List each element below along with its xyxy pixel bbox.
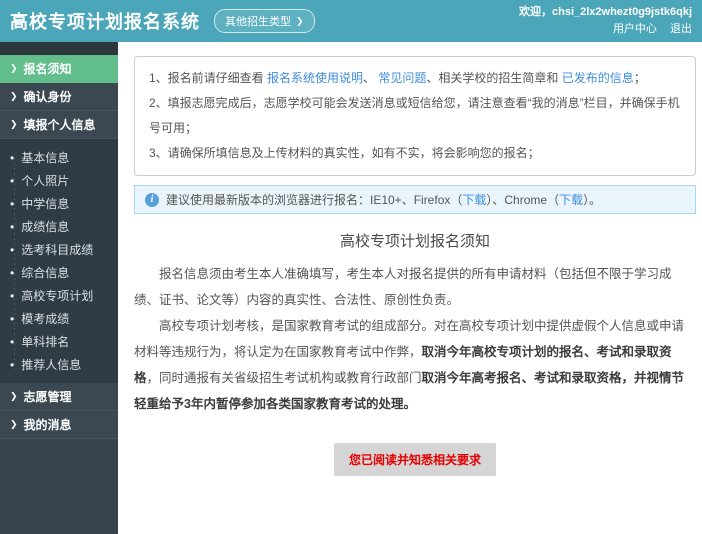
notice-paragraph-2: 高校专项计划考核，是国家教育考试的组成部分。对在高校专项计划中提供虚假个人信息或… <box>134 313 696 417</box>
sidebar-item-fill-personal-info[interactable]: ❯ 填报个人信息 <box>0 111 118 139</box>
paragraph-text: ，同时通报有关省级招生考试机构或教育行政部门 <box>146 371 422 385</box>
sidebar-item-label: 成绩信息 <box>21 220 70 234</box>
chevron-right-icon: ❯ <box>10 419 18 429</box>
bullet-icon: • <box>10 311 15 326</box>
bullet-icon: • <box>10 173 15 188</box>
bullet-icon: • <box>10 150 15 165</box>
sidebar-item-label: 选考科目成绩 <box>21 243 94 257</box>
chrome-download-link[interactable]: 下载 <box>559 193 583 207</box>
welcome-text: 欢迎，chsi_2lx2whezt0g9jstk6qkj <box>518 6 692 18</box>
chevron-right-icon: ❯ <box>10 391 18 401</box>
sidebar-item-elective-subject-scores[interactable]: • 选考科目成绩 <box>0 238 118 261</box>
sidebar-item-confirm-identity[interactable]: ❯ 确认身份 <box>0 83 118 111</box>
system-usage-instructions-link[interactable]: 报名系统使用说明 <box>267 71 363 85</box>
sidebar-item-label: 报名须知 <box>23 62 72 76</box>
sidebar-item-label: 模考成绩 <box>21 312 70 326</box>
sidebar-item-label: 基本信息 <box>21 151 70 165</box>
header-user-area: 欢迎，chsi_2lx2whezt0g9jstk6qkj 用户中心 退出 <box>519 4 692 38</box>
sidebar-item-comprehensive-info[interactable]: • 综合信息 <box>0 261 118 284</box>
faq-link[interactable]: 常见问题 <box>378 71 426 85</box>
browser-bar-text: 建议使用最新版本的浏览器进行报名：IE10+、Firefox（ <box>166 193 463 207</box>
sidebar-submenu: • 基本信息 • 个人照片 • 中学信息 • 成绩信息 • 选考科目成绩 • 综… <box>0 139 118 383</box>
sidebar-item-basic-info[interactable]: • 基本信息 <box>0 146 118 169</box>
acknowledge-button[interactable]: 您已阅读并知悉相关要求 <box>333 443 496 476</box>
sidebar-item-label: 我的消息 <box>23 418 72 432</box>
sidebar-item-label: 确认身份 <box>23 90 72 104</box>
browser-bar-text: ）、Chrome（ <box>486 193 560 207</box>
info-icon: i <box>145 192 159 207</box>
bullet-icon: • <box>10 219 15 234</box>
sidebar-item-label: 志愿管理 <box>23 390 72 404</box>
other-admission-types-button[interactable]: 其他招生类型 ❯ <box>214 9 315 33</box>
bullet-icon: • <box>10 357 15 372</box>
bullet-icon: • <box>10 265 15 280</box>
notice-line-1: 1、报名前请仔细查看 报名系统使用说明、 常见问题、相关学校的招生简章和 已发布… <box>149 66 681 91</box>
sidebar-item-label: 高校专项计划 <box>21 289 94 303</box>
notice-text: ； <box>633 71 646 85</box>
sidebar-item-single-subject-ranking[interactable]: • 单科排名 <box>0 330 118 353</box>
sidebar-item-recommender-info[interactable]: • 推荐人信息 <box>0 353 118 376</box>
notice-paragraph-1: 报名信息须由考生本人准确填写，考生本人对报名提供的所有申请材料（包括但不限于学习… <box>134 267 672 307</box>
sidebar-item-personal-photo[interactable]: • 个人照片 <box>0 169 118 192</box>
notice-text: 、 <box>363 71 379 85</box>
app-title: 高校专项计划报名系统 <box>10 12 200 32</box>
chevron-right-icon: ❯ <box>296 15 304 26</box>
user-center-link[interactable]: 用户中心 <box>613 23 657 35</box>
bullet-icon: • <box>10 196 15 211</box>
sidebar-spacer <box>0 42 118 55</box>
sidebar-item-mock-exam-scores[interactable]: • 模考成绩 <box>0 307 118 330</box>
chevron-right-icon: ❯ <box>10 63 18 73</box>
sidebar-item-signup-notice[interactable]: ❯ 报名须知 <box>0 55 118 83</box>
other-admission-types-label: 其他招生类型 <box>225 16 291 28</box>
notice-text: 1、报名前请仔细查看 <box>149 71 268 85</box>
bullet-icon: • <box>10 242 15 257</box>
published-info-link[interactable]: 已发布的信息 <box>562 71 634 85</box>
page-title: 高校专项计划报名须知 <box>339 233 490 250</box>
sidebar-item-label: 推荐人信息 <box>21 358 82 372</box>
notice-body: 报名信息须由考生本人准确填写，考生本人对报名提供的所有申请材料（包括但不限于学习… <box>134 261 696 417</box>
sidebar-item-application-management[interactable]: ❯ 志愿管理 <box>0 383 118 411</box>
sidebar-item-label: 中学信息 <box>21 197 70 211</box>
logout-link[interactable]: 退出 <box>670 23 692 35</box>
bullet-icon: • <box>10 334 15 349</box>
sidebar-item-score-info[interactable]: • 成绩信息 <box>0 215 118 238</box>
sidebar-item-label: 综合信息 <box>21 266 70 280</box>
app-header: 高校专项计划报名系统 其他招生类型 ❯ 欢迎，chsi_2lx2whezt0g9… <box>0 0 702 42</box>
browser-recommendation-bar: i 建议使用最新版本的浏览器进行报名：IE10+、Firefox（下载）、Chr… <box>134 185 696 214</box>
notice-line-2: 2、填报志愿完成后，志愿学校可能会发送消息或短信给您，请注意查看“我的消息”栏目… <box>149 96 680 135</box>
notice-line-3: 3、请确保所填信息及上传材料的真实性，如有不实，将会影响您的报名； <box>149 146 540 160</box>
sidebar-item-label: 填报个人信息 <box>23 118 96 132</box>
sidebar-item-special-program[interactable]: • 高校专项计划 <box>0 284 118 307</box>
sidebar-item-high-school-info[interactable]: • 中学信息 <box>0 192 118 215</box>
chevron-right-icon: ❯ <box>10 119 18 129</box>
notice-text: 、相关学校的招生简章和 <box>426 71 562 85</box>
sidebar-item-label: 个人照片 <box>21 174 70 188</box>
notice-box: 1、报名前请仔细查看 报名系统使用说明、 常见问题、相关学校的招生简章和 已发布… <box>134 56 696 176</box>
sidebar-item-label: 单科排名 <box>21 335 70 349</box>
browser-bar-text: ）。 <box>583 193 602 207</box>
chevron-right-icon: ❯ <box>10 91 18 101</box>
main-content: 1、报名前请仔细查看 报名系统使用说明、 常见问题、相关学校的招生简章和 已发布… <box>134 42 696 534</box>
firefox-download-link[interactable]: 下载 <box>462 193 486 207</box>
sidebar-nav: ❯ 报名须知 ❯ 确认身份 ❯ 填报个人信息 • 基本信息 • 个人照片 • 中… <box>0 42 118 534</box>
sidebar-item-my-messages[interactable]: ❯ 我的消息 <box>0 411 118 439</box>
bullet-icon: • <box>10 288 15 303</box>
